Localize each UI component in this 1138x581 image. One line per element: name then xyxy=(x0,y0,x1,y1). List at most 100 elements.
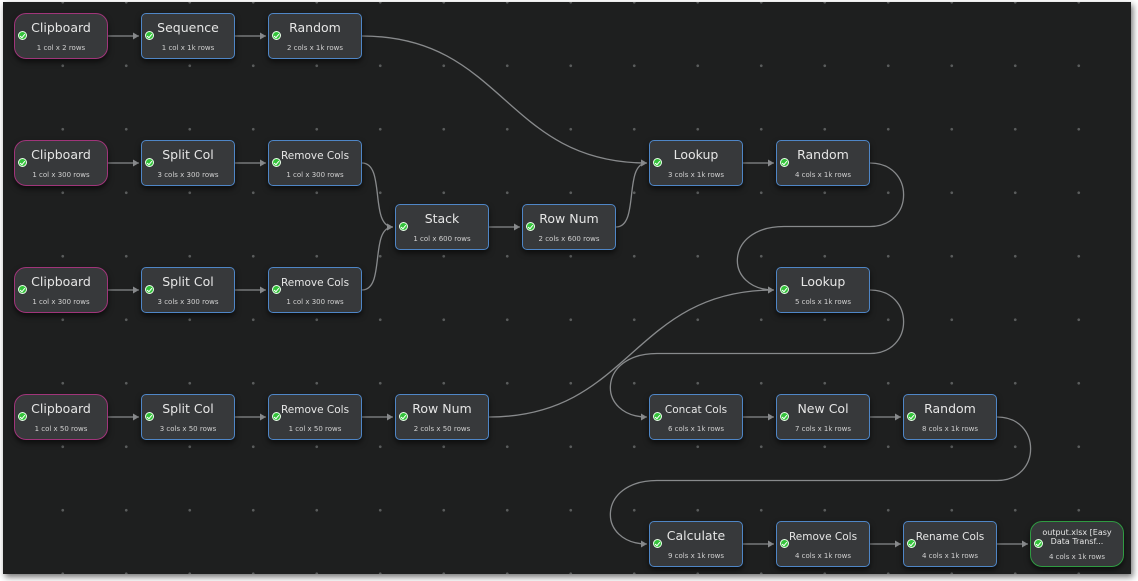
node-dimensions: 4 cols x 1k rows xyxy=(794,552,852,560)
node-title: Split Col xyxy=(162,402,214,416)
node-title: Remove Cols xyxy=(788,531,858,543)
arrowhead-icon xyxy=(133,413,139,421)
arrowhead-icon xyxy=(768,286,774,294)
node-dimensions: 4 cols x 1k rows xyxy=(794,171,852,179)
arrowhead-icon xyxy=(1022,540,1028,548)
node-dimensions: 8 cols x 1k rows xyxy=(921,425,979,433)
node-remove-cols-4[interactable]: Remove Cols 4 cols x 1k rows xyxy=(776,521,870,567)
node-dimensions: 1 col x 300 rows xyxy=(286,171,344,179)
arrowhead-icon xyxy=(514,223,520,231)
connector-edge xyxy=(361,162,394,228)
node-dimensions: 2 cols x 50 rows xyxy=(413,425,471,433)
node-dimensions: 1 col x 50 rows xyxy=(288,425,342,433)
node-lookup-1[interactable]: Lookup 3 cols x 1k rows xyxy=(649,140,743,186)
node-title: Random xyxy=(924,402,976,416)
node-clipboard-3[interactable]: Clipboard 1 col x 300 rows xyxy=(14,267,108,313)
node-dimensions: 3 cols x 50 rows xyxy=(159,425,217,433)
node-title: Remove Cols xyxy=(280,277,350,289)
arrowhead-icon xyxy=(260,159,266,167)
node-dimensions: 1 col x 300 rows xyxy=(32,298,90,306)
arrowhead-icon xyxy=(133,159,139,167)
node-title: Row Num xyxy=(412,402,472,416)
arrowhead-icon xyxy=(260,286,266,294)
node-dimensions: 4 cols x 1k rows xyxy=(921,552,979,560)
node-title: Lookup xyxy=(800,275,846,289)
node-dimensions: 6 cols x 1k rows xyxy=(667,425,725,433)
node-dimensions: 3 cols x 300 rows xyxy=(157,298,219,306)
node-title: Concat Cols xyxy=(664,404,728,416)
node-dimensions: 1 col x 600 rows xyxy=(413,235,471,243)
node-dimensions: 2 cols x 1k rows xyxy=(286,44,344,52)
node-dimensions: 4 cols x 1k rows xyxy=(1048,553,1106,561)
node-title: Calculate xyxy=(666,529,726,543)
node-title: Lookup xyxy=(673,148,719,162)
node-title: Clipboard xyxy=(31,148,91,162)
node-calculate[interactable]: Calculate 9 cols x 1k rows xyxy=(649,521,743,567)
node-clipboard-1[interactable]: Clipboard 1 col x 2 rows xyxy=(14,13,108,59)
node-dimensions: 7 cols x 1k rows xyxy=(794,425,852,433)
node-new-col[interactable]: New Col 7 cols x 1k rows xyxy=(776,394,870,440)
node-title: Split Col xyxy=(162,148,214,162)
arrowhead-icon xyxy=(768,540,774,548)
node-remove-cols-3[interactable]: Remove Cols 1 col x 50 rows xyxy=(268,394,362,440)
node-title: Random xyxy=(797,148,849,162)
connector-edge xyxy=(615,162,648,228)
node-clipboard-2[interactable]: Clipboard 1 col x 300 rows xyxy=(14,140,108,186)
arrowhead-icon xyxy=(387,223,393,231)
node-lookup-2[interactable]: Lookup 5 cols x 1k rows xyxy=(776,267,870,313)
node-title: Clipboard xyxy=(31,275,91,289)
arrowhead-icon xyxy=(641,159,647,167)
node-title: Clipboard xyxy=(31,21,91,35)
node-clipboard-4[interactable]: Clipboard 1 col x 50 rows xyxy=(14,394,108,440)
node-row-num-2[interactable]: Row Num 2 cols x 50 rows xyxy=(395,394,489,440)
node-title: New Col xyxy=(797,402,849,416)
arrowhead-icon xyxy=(387,223,393,231)
node-title: Sequence xyxy=(157,21,219,35)
node-random-1[interactable]: Random 2 cols x 1k rows xyxy=(268,13,362,59)
node-dimensions: 1 col x 300 rows xyxy=(286,298,344,306)
arrowhead-icon xyxy=(133,32,139,40)
node-title: Rename Cols xyxy=(915,531,985,543)
node-split-col-1[interactable]: Split Col 3 cols x 300 rows xyxy=(141,140,235,186)
node-dimensions: 2 cols x 600 rows xyxy=(538,235,600,243)
node-dimensions: 1 col x 300 rows xyxy=(32,171,90,179)
arrowhead-icon xyxy=(133,286,139,294)
node-dimensions: 3 cols x 1k rows xyxy=(667,171,725,179)
connector-edge xyxy=(361,226,394,291)
workflow-canvas[interactable]: Clipboard 1 col x 2 rows Sequence 1 col … xyxy=(3,2,1131,574)
arrowhead-icon xyxy=(768,413,774,421)
arrowhead-icon xyxy=(641,540,647,548)
node-dimensions: 9 cols x 1k rows xyxy=(667,552,725,560)
node-random-2[interactable]: Random 4 cols x 1k rows xyxy=(776,140,870,186)
connector-edge xyxy=(361,35,648,164)
node-dimensions: 1 col x 2 rows xyxy=(36,44,86,52)
node-stack[interactable]: Stack 1 col x 600 rows xyxy=(395,204,489,250)
node-output-file[interactable]: output.xlsx [Easy Data Transf... 4 cols … xyxy=(1030,521,1124,567)
node-split-col-2[interactable]: Split Col 3 cols x 300 rows xyxy=(141,267,235,313)
node-title: output.xlsx [Easy Data Transf... xyxy=(1042,528,1112,546)
node-sequence[interactable]: Sequence 1 col x 1k rows xyxy=(141,13,235,59)
node-title: Remove Cols xyxy=(280,404,350,416)
node-title: Row Num xyxy=(539,212,599,226)
arrowhead-icon xyxy=(895,413,901,421)
node-title: Split Col xyxy=(162,275,214,289)
node-title: Remove Cols xyxy=(280,150,350,162)
node-title: Clipboard xyxy=(31,402,91,416)
arrowhead-icon xyxy=(260,413,266,421)
node-remove-cols-1[interactable]: Remove Cols 1 col x 300 rows xyxy=(268,140,362,186)
node-dimensions: 1 col x 1k rows xyxy=(161,44,215,52)
arrowhead-icon xyxy=(641,159,647,167)
node-rename-cols[interactable]: Rename Cols 4 cols x 1k rows xyxy=(903,521,997,567)
arrowhead-icon xyxy=(895,540,901,548)
node-dimensions: 5 cols x 1k rows xyxy=(794,298,852,306)
node-split-col-3[interactable]: Split Col 3 cols x 50 rows xyxy=(141,394,235,440)
node-remove-cols-2[interactable]: Remove Cols 1 col x 300 rows xyxy=(268,267,362,313)
arrowhead-icon xyxy=(768,286,774,294)
arrowhead-icon xyxy=(260,32,266,40)
arrowhead-icon xyxy=(387,413,393,421)
node-concat-cols[interactable]: Concat Cols 6 cols x 1k rows xyxy=(649,394,743,440)
node-random-3[interactable]: Random 8 cols x 1k rows xyxy=(903,394,997,440)
arrowhead-icon xyxy=(768,159,774,167)
node-title: Random xyxy=(289,21,341,35)
node-row-num-1[interactable]: Row Num 2 cols x 600 rows xyxy=(522,204,616,250)
